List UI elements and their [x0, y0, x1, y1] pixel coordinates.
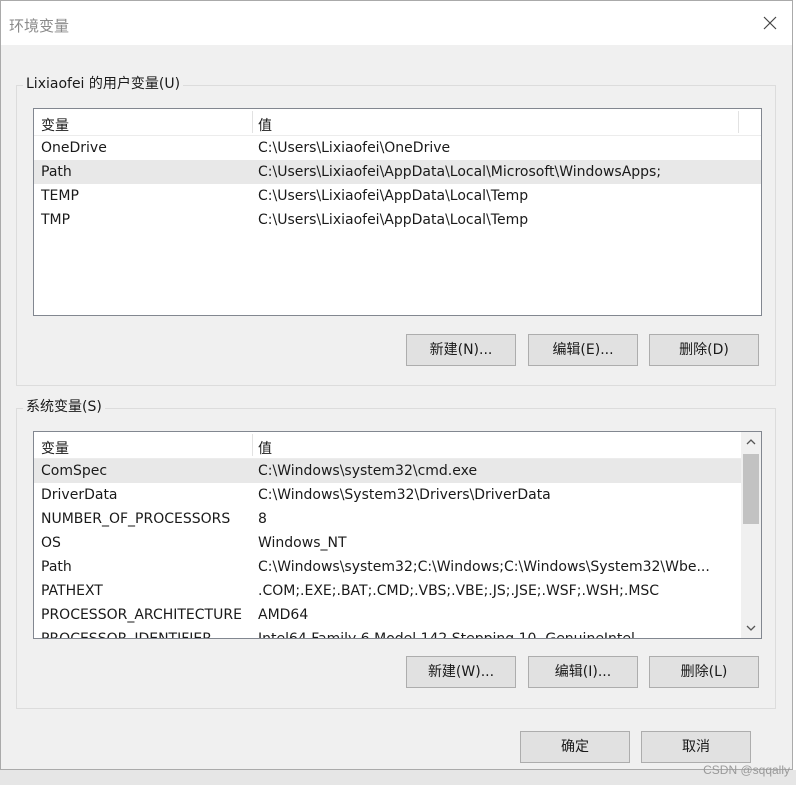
variable-value: Windows_NT	[258, 535, 347, 551]
variable-name: OS	[41, 535, 61, 551]
table-row[interactable]: TMP C:\Users\Lixiaofei\AppData\Local\Temp	[34, 208, 761, 232]
background-strip	[0, 770, 796, 785]
variable-name: TEMP	[41, 188, 79, 204]
system-edit-button[interactable]: 编辑(I)...	[528, 656, 638, 688]
table-row[interactable]: Path C:\Windows\system32;C:\Windows;C:\Wi…	[34, 555, 741, 579]
variable-value: C:\Windows\system32;C:\Windows;C:\Window…	[258, 559, 710, 575]
system-delete-button[interactable]: 删除(L)	[649, 656, 759, 688]
system-variables-label: 系统变量(S)	[23, 398, 105, 416]
variable-name: Path	[41, 559, 72, 575]
variable-name: NUMBER_OF_PROCESSORS	[41, 511, 231, 527]
system-variables-list[interactable]: 变量 值 ComSpec C:\Windows\system32\cmd.exe D…	[33, 431, 762, 639]
user-variables-group: Lixiaofei 的用户变量(U) 变量 值 OneDrive C:\Users…	[16, 75, 776, 386]
system-variables-rows: ComSpec C:\Windows\system32\cmd.exe Driver…	[34, 459, 741, 639]
variable-name: OneDrive	[41, 140, 107, 156]
column-header-variable[interactable]: 变量	[41, 115, 69, 135]
chevron-up-icon	[746, 439, 756, 445]
user-variables-rows: OneDrive C:\Users\Lixiaofei\OneDrive Path C…	[34, 136, 761, 232]
variable-value: C:\Users\Lixiaofei\AppData\Local\Temp	[258, 188, 529, 204]
close-icon	[763, 16, 777, 30]
variable-name: Path	[41, 164, 72, 180]
environment-variables-dialog: 环境变量 Lixiaofei 的用户变量(U) 变量 值 OneDrive C:\…	[0, 0, 793, 770]
scroll-thumb[interactable]	[743, 454, 759, 524]
table-row[interactable]: OS Windows_NT	[34, 531, 741, 555]
column-header-value[interactable]: 值	[258, 438, 272, 458]
table-row[interactable]: ComSpec C:\Windows\system32\cmd.exe	[34, 459, 741, 483]
table-row[interactable]: OneDrive C:\Users\Lixiaofei\OneDrive	[34, 136, 761, 160]
variable-value: Intel64 Family 6 Model 142 Stepping 10, …	[258, 631, 635, 639]
table-row[interactable]: DriverData C:\Windows\System32\Drivers\Dr…	[34, 483, 741, 507]
column-header-variable[interactable]: 变量	[41, 438, 69, 458]
variable-name: PROCESSOR_IDENTIFIER	[41, 631, 212, 639]
table-row[interactable]: NUMBER_OF_PROCESSORS 8	[34, 507, 741, 531]
scroll-down-button[interactable]	[741, 619, 761, 637]
variable-name: PATHEXT	[41, 583, 103, 599]
variable-value: C:\Windows\system32\cmd.exe	[258, 463, 478, 479]
table-row[interactable]: TEMP C:\Users\Lixiaofei\AppData\Local\Tem…	[34, 184, 761, 208]
variable-name: PROCESSOR_ARCHITECTURE	[41, 607, 242, 623]
ok-button[interactable]: 确定	[520, 731, 630, 763]
variable-name: ComSpec	[41, 463, 108, 479]
column-header-value[interactable]: 值	[258, 115, 272, 135]
system-new-button[interactable]: 新建(W)...	[406, 656, 516, 688]
variable-name: TMP	[41, 212, 71, 228]
variable-value: C:\Users\Lixiaofei\AppData\Local\Temp	[258, 212, 529, 228]
user-variables-list[interactable]: 变量 值 OneDrive C:\Users\Lixiaofei\OneDrive…	[33, 108, 762, 316]
close-button[interactable]	[754, 7, 786, 39]
watermark: CSDN @sqqally	[703, 763, 790, 777]
table-row[interactable]: PROCESSOR_ARCHITECTURE AMD64	[34, 603, 741, 627]
variable-value: C:\Users\Lixiaofei\AppData\Local\Microso…	[258, 164, 662, 180]
list-header: 变量 值	[34, 432, 741, 459]
vertical-scrollbar[interactable]	[741, 432, 761, 638]
list-header: 变量 值	[34, 109, 761, 136]
system-variables-group: 系统变量(S) 变量 值 ComSpec C:\Windows\system32\…	[16, 398, 776, 709]
variable-name: DriverData	[41, 487, 118, 503]
column-divider[interactable]	[252, 111, 253, 133]
chevron-down-icon	[746, 625, 756, 631]
variable-value: 8	[258, 511, 267, 527]
variable-value: AMD64	[258, 607, 309, 623]
title-bar: 环境变量	[1, 1, 792, 45]
user-delete-button[interactable]: 删除(D)	[649, 334, 759, 366]
scroll-up-button[interactable]	[741, 433, 761, 451]
table-row[interactable]: PATHEXT .COM;.EXE;.BAT;.CMD;.VBS;.VBE;.JS…	[34, 579, 741, 603]
cancel-button[interactable]: 取消	[641, 731, 751, 763]
user-edit-button[interactable]: 编辑(E)...	[528, 334, 638, 366]
variable-value: C:\Windows\System32\Drivers\DriverData	[258, 487, 551, 503]
user-variables-label: Lixiaofei 的用户变量(U)	[23, 75, 184, 93]
column-divider[interactable]	[738, 111, 739, 133]
dialog-title: 环境变量	[9, 17, 70, 35]
column-divider[interactable]	[252, 434, 253, 456]
variable-value: C:\Users\Lixiaofei\OneDrive	[258, 140, 451, 156]
table-row[interactable]: PROCESSOR_IDENTIFIER Intel64 Family 6 Mod…	[34, 627, 741, 639]
variable-value: .COM;.EXE;.BAT;.CMD;.VBS;.VBE;.JS;.JSE;.…	[258, 583, 660, 599]
user-new-button[interactable]: 新建(N)...	[406, 334, 516, 366]
table-row[interactable]: Path C:\Users\Lixiaofei\AppData\Local\Mic…	[34, 160, 761, 184]
